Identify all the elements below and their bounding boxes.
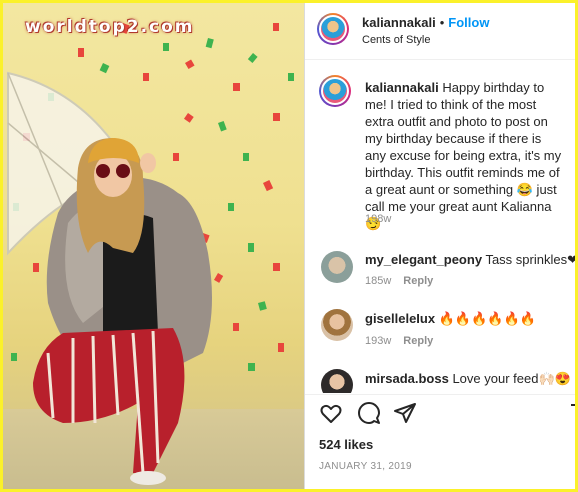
- separator-dot: •: [439, 15, 445, 30]
- caption-username[interactable]: kaliannakali: [365, 80, 439, 95]
- post-location[interactable]: Cents of Style: [362, 34, 430, 46]
- caption-age: 198w: [365, 213, 392, 225]
- follow-button[interactable]: Follow: [448, 15, 489, 30]
- author-username[interactable]: kaliannakali: [362, 15, 436, 30]
- striped-pants: [33, 328, 185, 474]
- reply-button[interactable]: Reply: [403, 335, 433, 347]
- action-bar: [305, 394, 575, 395]
- bookmark-icon[interactable]: [569, 403, 575, 423]
- commenter-avatar[interactable]: [321, 309, 353, 341]
- post-date: JANUARY 31, 2019: [319, 461, 412, 472]
- commenter-avatar[interactable]: [321, 369, 353, 393]
- photo-illustration: [7, 22, 294, 485]
- heart-icon[interactable]: [319, 401, 343, 425]
- comment-text: Tass sprinkles❤: [485, 252, 575, 267]
- author-avatar[interactable]: [317, 13, 349, 45]
- comment-age: 193w: [365, 335, 392, 347]
- comment-icon[interactable]: [357, 401, 381, 425]
- post-header: kaliannakali • Follow Cents of Style: [305, 3, 575, 60]
- caption-avatar[interactable]: [319, 75, 351, 107]
- comment-text: Love your feed🙌🏻😍: [452, 371, 571, 386]
- comment-text: 🔥🔥🔥🔥🔥🔥: [438, 311, 536, 326]
- likes-count[interactable]: 524 likes: [319, 437, 373, 452]
- post-frame: worldtop2.com kaliannakali • Follow Cents …: [3, 3, 575, 489]
- comment-age: 185w: [365, 275, 392, 287]
- caption: kaliannakali Happy birthday to me! I tri…: [365, 79, 565, 232]
- post-side-panel: kaliannakali • Follow Cents of Style kalia…: [304, 3, 575, 489]
- comment-item: mirsada.boss Love your feed🙌🏻😍: [321, 367, 571, 393]
- watermark-text: worldtop2.com: [25, 17, 195, 37]
- post-photo[interactable]: worldtop2.com: [3, 3, 304, 489]
- commenter-username[interactable]: giselleleIux: [365, 311, 435, 326]
- reply-button[interactable]: Reply: [403, 275, 433, 287]
- commenter-username[interactable]: my_elegant_peony: [365, 252, 482, 267]
- caption-text: Happy birthday to me! I tried to think o…: [365, 80, 562, 231]
- commenter-username[interactable]: mirsada.boss: [365, 371, 449, 386]
- share-icon[interactable]: [393, 401, 417, 425]
- commenter-avatar[interactable]: [321, 251, 353, 283]
